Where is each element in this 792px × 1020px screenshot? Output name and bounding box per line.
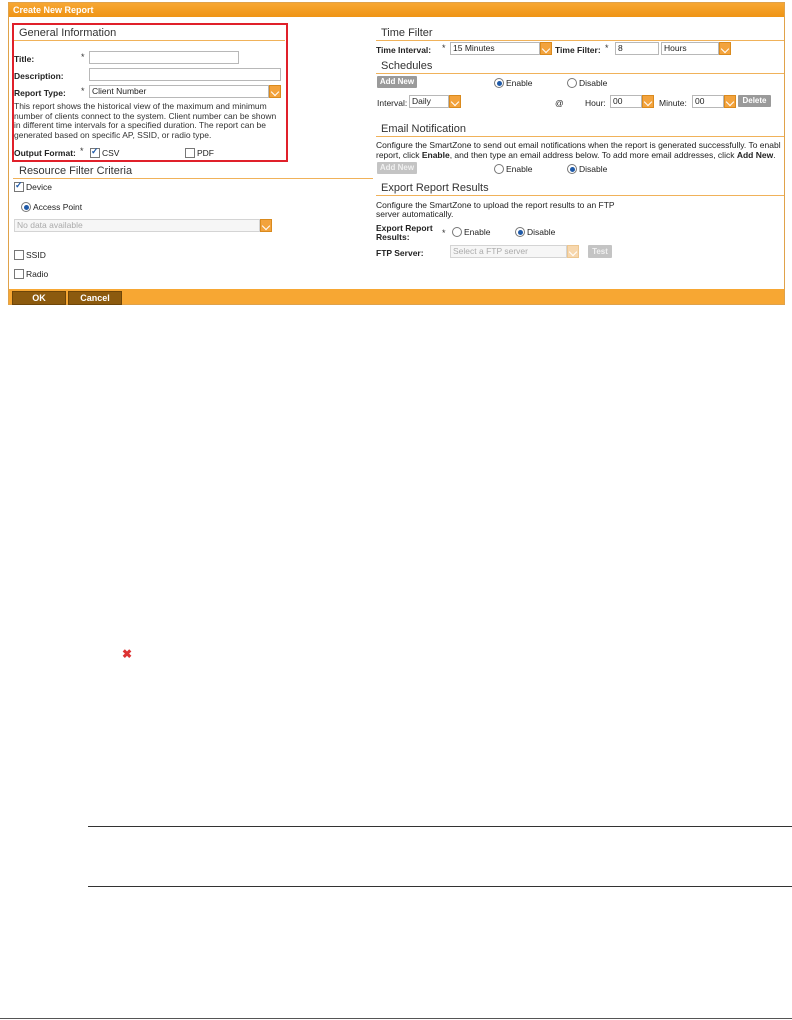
schedule-hour-dropdown-icon[interactable]: [642, 95, 654, 108]
export-results-rule: [376, 195, 784, 196]
email-notification-rule: [376, 136, 784, 137]
device-checkbox[interactable]: [14, 180, 24, 192]
device-label: Device: [26, 182, 52, 192]
dialog-title: Create New Report: [9, 3, 784, 17]
time-filter-unit-select[interactable]: Hours: [661, 42, 719, 55]
access-point-label: Access Point: [33, 202, 83, 212]
email-notification-heading: Email Notification: [381, 123, 466, 135]
dialog-footer: OK Cancel: [9, 289, 784, 305]
time-interval-label: Time Interval:: [376, 45, 432, 55]
ssid-label: SSID: [26, 250, 46, 260]
export-disable-label: Disable: [527, 227, 556, 237]
email-add-new-button[interactable]: Add New: [377, 162, 417, 174]
radio-label: Radio: [26, 269, 49, 279]
email-disable-label: Disable: [579, 164, 608, 174]
device-select[interactable]: No data available: [14, 219, 260, 232]
email-desc-text: report, click: [376, 150, 422, 160]
time-interval-select[interactable]: 15 Minutes: [450, 42, 540, 55]
export-results-heading: Export Report Results: [381, 182, 489, 194]
email-desc-enable: Enable: [421, 150, 450, 160]
schedules-disable-radio[interactable]: [567, 78, 577, 88]
schedule-minute-label: Minute:: [659, 98, 687, 108]
ssid-checkbox[interactable]: [14, 250, 24, 260]
schedules-disable-label: Disable: [579, 78, 608, 88]
time-filter-number-input[interactable]: 8: [615, 42, 659, 55]
radio-checkbox[interactable]: [14, 269, 24, 279]
time-interval-dropdown-icon[interactable]: [540, 42, 552, 55]
email-disable-radio[interactable]: [567, 164, 577, 174]
page-divider-bottom: [88, 886, 792, 887]
email-enable-radio[interactable]: [494, 164, 504, 174]
ftp-server-select[interactable]: Select a FTP server: [450, 245, 567, 258]
email-enable-label: Enable: [506, 164, 533, 174]
schedules-heading: Schedules: [381, 60, 433, 72]
schedule-hour-select[interactable]: 00: [610, 95, 642, 108]
ftp-server-dropdown-icon[interactable]: [567, 245, 579, 258]
schedule-interval-label: Interval:: [377, 98, 408, 108]
ok-button[interactable]: OK: [12, 291, 66, 305]
resource-filter-heading: Resource Filter Criteria: [19, 165, 133, 177]
schedule-hour-label: Hour:: [585, 98, 606, 108]
time-filter-rule: [376, 40, 784, 41]
email-description-line1: Configure the SmartZone to send out emai…: [376, 140, 781, 150]
schedule-at-label: @: [555, 98, 564, 108]
cancel-button[interactable]: Cancel: [68, 291, 122, 305]
resource-filter-rule: [13, 178, 373, 179]
schedule-interval-dropdown-icon[interactable]: [449, 95, 461, 108]
export-enable-radio[interactable]: [452, 227, 462, 237]
page-bottom-rule: [0, 1018, 792, 1019]
export-results-label-line2: Results:: [376, 232, 410, 242]
page-divider-top: [88, 826, 792, 827]
schedule-delete-button[interactable]: Delete: [738, 95, 771, 107]
time-filter-label: Time Filter:: [555, 45, 601, 55]
export-results-required-mark: *: [442, 228, 446, 238]
create-report-dialog: Create New Report General Information Ti…: [8, 2, 785, 305]
schedules-enable-label: Enable: [506, 78, 533, 88]
schedules-enable-radio[interactable]: [494, 78, 504, 88]
access-point-radio[interactable]: [21, 202, 31, 212]
schedules-rule: [376, 73, 784, 74]
schedule-minute-dropdown-icon[interactable]: [724, 95, 736, 108]
close-icon: ✖: [122, 647, 133, 661]
time-interval-required-mark: *: [442, 43, 446, 53]
time-filter-required-mark: *: [605, 43, 609, 53]
schedules-add-new-button[interactable]: Add New: [377, 76, 417, 88]
email-desc-text: , and then type an email address below. …: [449, 150, 737, 160]
email-desc-text: .: [773, 150, 776, 160]
email-desc-add-new: Add New: [736, 150, 774, 160]
device-dropdown-icon[interactable]: [260, 219, 272, 232]
schedule-minute-select[interactable]: 00: [692, 95, 724, 108]
ftp-server-label: FTP Server:: [376, 248, 424, 258]
ftp-test-button[interactable]: Test: [588, 245, 612, 258]
time-filter-heading: Time Filter: [381, 27, 433, 39]
time-filter-unit-dropdown-icon[interactable]: [719, 42, 731, 55]
export-description-line2: server automatically.: [376, 209, 454, 219]
general-info-highlight-box: [12, 23, 288, 162]
export-enable-label: Enable: [464, 227, 491, 237]
export-disable-radio[interactable]: [515, 227, 525, 237]
schedule-interval-select[interactable]: Daily: [409, 95, 449, 108]
email-description-line2: report, click Enable, and then type an e…: [376, 150, 784, 160]
